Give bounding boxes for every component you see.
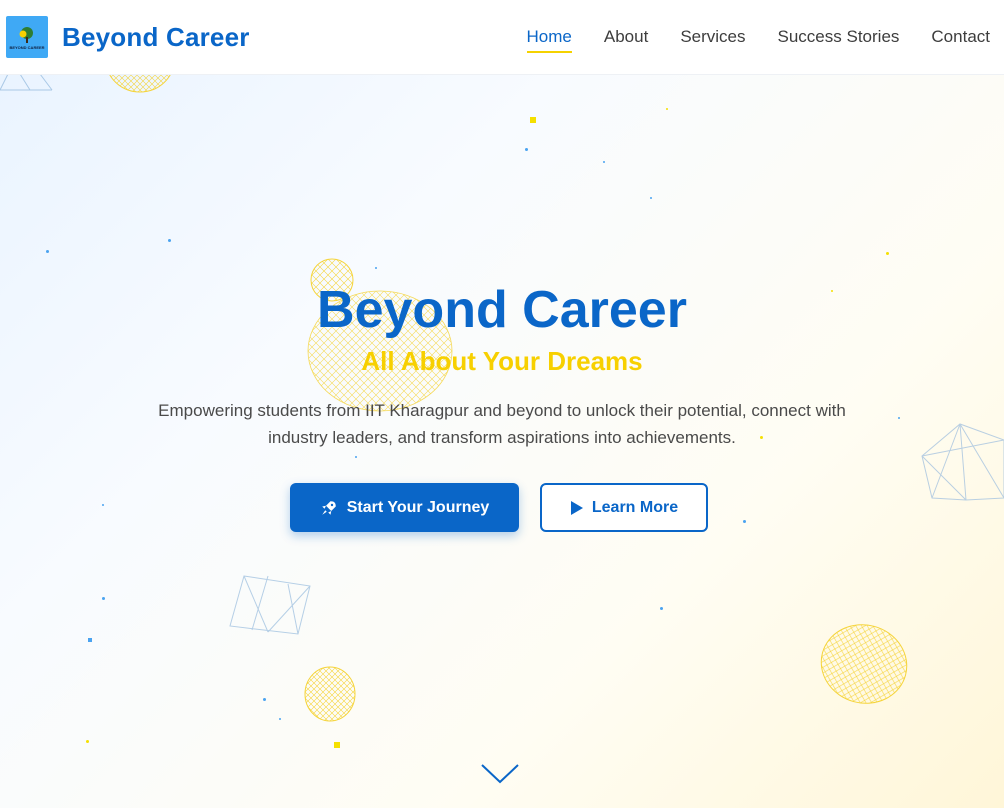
nav-contact[interactable]: Contact xyxy=(931,27,990,53)
hero-description: Empowering students from IIT Kharagpur a… xyxy=(158,401,846,447)
tree-logo-icon xyxy=(19,26,33,43)
particle xyxy=(102,504,104,506)
particle xyxy=(886,252,889,255)
logo-text: BEYOND CAREER xyxy=(9,44,45,50)
play-icon xyxy=(570,500,583,515)
main-nav: Home About Services Success Stories Cont… xyxy=(526,27,990,53)
logo[interactable]: BEYOND CAREER xyxy=(6,16,48,58)
chevron-down-icon[interactable] xyxy=(480,762,520,786)
nav-home[interactable]: Home xyxy=(526,27,573,53)
particle xyxy=(743,520,746,523)
nav-services[interactable]: Services xyxy=(680,27,745,53)
nav-success-stories[interactable]: Success Stories xyxy=(778,27,900,53)
wireframe-sphere-bottom-left xyxy=(304,666,356,722)
hero-subtitle: All About Your Dreams xyxy=(361,346,643,376)
hero-title: Beyond Career xyxy=(317,281,687,339)
particle xyxy=(279,718,281,720)
learn-more-label: Learn More xyxy=(591,498,679,516)
particle xyxy=(650,197,652,199)
wireframe-cube-left xyxy=(229,575,311,635)
particle xyxy=(86,740,89,743)
start-journey-button[interactable]: Start Your Journey xyxy=(290,483,519,532)
site-header: BEYOND CAREER Beyond Career Home About S… xyxy=(0,0,1004,75)
particle xyxy=(168,239,171,242)
particle xyxy=(525,148,528,151)
nav-about[interactable]: About xyxy=(604,27,648,53)
wireframe-sphere-bottom-right xyxy=(820,624,908,704)
particle xyxy=(375,267,377,269)
page: BEYOND CAREER Beyond Career Home About S… xyxy=(0,0,1004,808)
particle xyxy=(334,742,340,748)
particle xyxy=(102,597,105,600)
wireframe-cube-top-left xyxy=(0,74,53,91)
rocket-icon xyxy=(321,500,336,515)
particle xyxy=(88,638,92,642)
learn-more-button[interactable]: Learn More xyxy=(540,483,708,532)
brand-name[interactable]: Beyond Career xyxy=(62,22,250,53)
particle xyxy=(530,117,536,123)
particle xyxy=(46,250,49,253)
particle xyxy=(666,108,668,110)
particle xyxy=(898,417,900,419)
particle xyxy=(660,607,663,610)
start-journey-label: Start Your Journey xyxy=(346,498,490,516)
particle xyxy=(355,456,357,458)
particle xyxy=(603,161,605,163)
wireframe-cube-right xyxy=(921,423,1004,501)
particle xyxy=(263,698,266,701)
